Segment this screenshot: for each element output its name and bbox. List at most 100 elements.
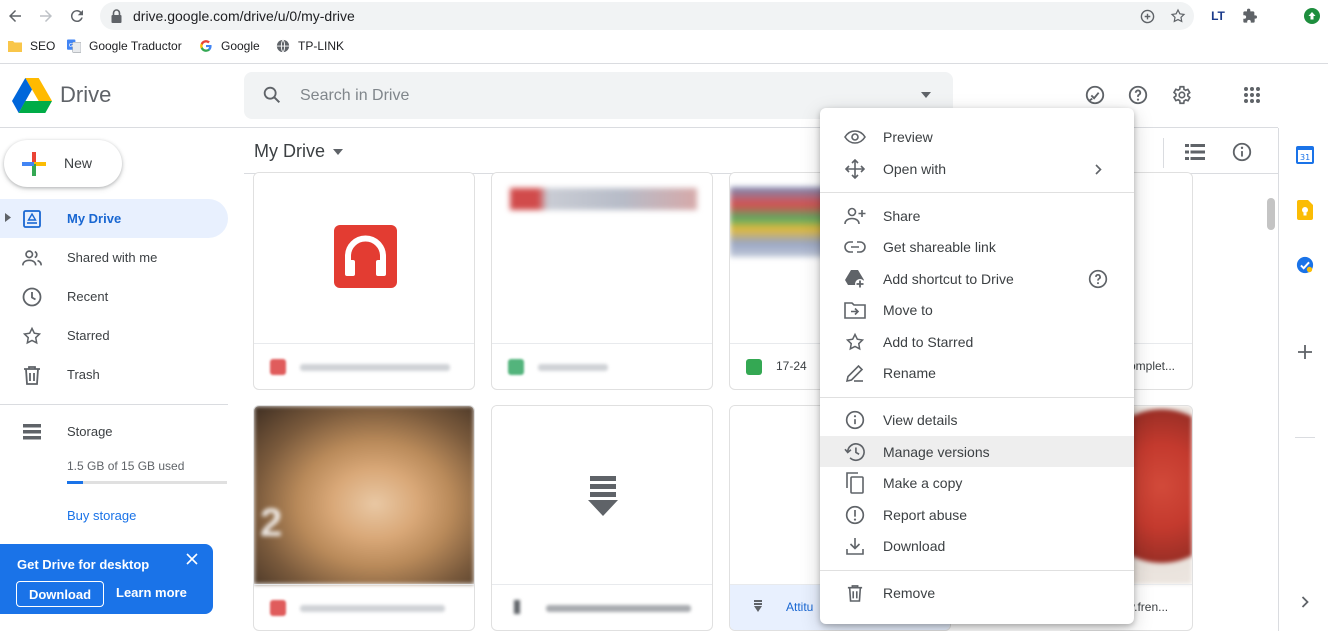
menu-item-download[interactable]: Download <box>820 530 1134 561</box>
info-icon[interactable] <box>1230 140 1254 164</box>
chevron-down-icon <box>333 148 343 155</box>
menu-item-move-to[interactable]: Move to <box>820 294 1134 325</box>
google-translate-icon: G <box>67 39 81 53</box>
menu-item-share[interactable]: Share <box>820 200 1134 231</box>
menu-item-remove[interactable]: Remove <box>820 577 1134 608</box>
calendar-icon[interactable]: 31 <box>1296 146 1314 164</box>
sidebar-item-recent[interactable]: Recent <box>0 277 228 316</box>
file-thumbnail <box>492 406 712 584</box>
sidebar-item-starred[interactable]: Starred <box>0 316 228 355</box>
add-addon-icon[interactable] <box>1296 343 1314 361</box>
menu-item-get-shareable-link[interactable]: Get shareable link <box>820 231 1134 262</box>
tasks-icon[interactable] <box>1296 256 1314 274</box>
menu-separator <box>820 570 1134 571</box>
new-button[interactable]: New <box>4 140 122 187</box>
menu-item-view-details[interactable]: View details <box>820 404 1134 435</box>
sidebar-item-storage[interactable]: Storage <box>0 412 228 451</box>
keep-icon[interactable] <box>1296 200 1314 220</box>
file-card[interactable] <box>491 405 713 631</box>
file-footer <box>492 584 712 630</box>
lock-icon <box>111 9 122 23</box>
file-card[interactable]: 2 <box>253 405 475 631</box>
address-bar[interactable]: drive.google.com/drive/u/0/my-drive <box>100 2 1194 30</box>
context-menu: Preview Open with Share Get shareable li… <box>820 108 1134 624</box>
search-options-icon[interactable] <box>921 92 931 98</box>
settings-gear-icon[interactable] <box>1169 83 1193 107</box>
people-icon <box>21 247 43 269</box>
sidebar-divider <box>0 404 228 405</box>
reload-icon <box>70 10 83 23</box>
colorful-plus-icon <box>20 150 48 178</box>
sidebar-item-trash[interactable]: Trash <box>0 355 228 394</box>
promo-learn-more-link[interactable]: Learn more <box>116 585 187 600</box>
bookmark-star-icon[interactable] <box>1169 7 1187 25</box>
bookmarks-bar: SEO G Google Traductor Google TP-LINK <box>0 33 1328 59</box>
menu-item-rename[interactable]: Rename <box>820 357 1134 388</box>
my-drive-icon <box>21 208 43 230</box>
file-type-icon <box>514 600 520 614</box>
apps-grid-icon[interactable] <box>1240 83 1264 107</box>
storage-progress-fill <box>67 481 83 484</box>
bookmark-tp-link[interactable]: TP-LINK <box>276 37 344 55</box>
file-footer <box>254 343 474 389</box>
puzzle-extensions-icon[interactable] <box>1240 6 1260 26</box>
file-card[interactable] <box>491 172 713 390</box>
menu-item-add-to-starred[interactable]: Add to Starred <box>820 326 1134 357</box>
sidebar-item-shared-with-me[interactable]: Shared with me <box>0 238 228 277</box>
storage-progress-bar <box>67 481 227 484</box>
menu-item-preview[interactable]: Preview <box>820 121 1134 152</box>
chrome-divider <box>0 63 1328 64</box>
chevron-right-icon[interactable] <box>1296 593 1314 611</box>
chevron-right-icon <box>1088 159 1108 179</box>
bookmark-google[interactable]: Google <box>199 37 260 55</box>
promo-download-button[interactable]: Download <box>16 581 104 607</box>
headphones-app-icon <box>334 225 397 288</box>
help-icon[interactable] <box>1088 269 1108 289</box>
bookmark-google-traductor[interactable]: G Google Traductor <box>67 37 182 55</box>
svg-text:G: G <box>69 43 73 49</box>
help-icon[interactable] <box>1126 83 1150 107</box>
storage-stack-icon <box>21 421 43 443</box>
scrollbar-thumb[interactable] <box>1267 198 1275 230</box>
file-type-icon <box>746 359 762 375</box>
update-icon[interactable] <box>1302 6 1322 26</box>
drive-logo-icon[interactable] <box>12 78 52 113</box>
menu-item-make-a-copy[interactable]: Make a copy <box>820 467 1134 498</box>
menu-item-report-abuse[interactable]: Report abuse <box>820 499 1134 530</box>
offline-ready-icon[interactable] <box>1083 83 1107 107</box>
eye-icon <box>844 126 866 148</box>
search-icon[interactable] <box>261 84 283 106</box>
storage-used-text: 1.5 GB of 15 GB used <box>67 459 185 473</box>
bookmark-seo[interactable]: SEO <box>8 37 55 55</box>
link-icon <box>844 236 866 258</box>
languagetool-extension-icon[interactable]: LT <box>1209 6 1227 26</box>
menu-separator <box>820 192 1134 193</box>
menu-item-open-with[interactable]: Open with <box>820 153 1134 184</box>
back-button[interactable] <box>4 5 26 27</box>
menu-separator <box>820 397 1134 398</box>
forward-button[interactable] <box>35 5 57 27</box>
search-input[interactable]: Search in Drive <box>300 87 409 105</box>
sidebar-item-my-drive[interactable]: My Drive <box>0 199 228 238</box>
page-title[interactable]: My Drive <box>254 141 343 162</box>
expand-caret-icon <box>5 213 11 222</box>
list-view-icon[interactable] <box>1183 140 1207 164</box>
clock-icon <box>21 286 43 308</box>
close-icon[interactable] <box>186 553 198 565</box>
buy-storage-link[interactable]: Buy storage <box>67 508 136 523</box>
globe-icon <box>276 39 290 53</box>
menu-item-add-shortcut[interactable]: Add shortcut to Drive <box>820 263 1134 294</box>
add-bookmark-icon[interactable] <box>1138 7 1156 25</box>
forward-arrow-icon <box>40 10 52 22</box>
toolbar-separator <box>1163 138 1164 168</box>
file-card[interactable] <box>253 172 475 390</box>
blurred-file-name <box>538 364 608 371</box>
person-add-icon <box>844 205 866 227</box>
copy-icon <box>844 472 866 494</box>
download-icon <box>844 535 866 557</box>
reload-button[interactable] <box>66 5 88 27</box>
google-g-icon <box>199 39 213 53</box>
menu-item-manage-versions[interactable]: Manage versions <box>820 436 1134 467</box>
star-icon <box>21 325 43 347</box>
drive-desktop-promo: Get Drive for desktop Download Learn mor… <box>0 544 213 614</box>
